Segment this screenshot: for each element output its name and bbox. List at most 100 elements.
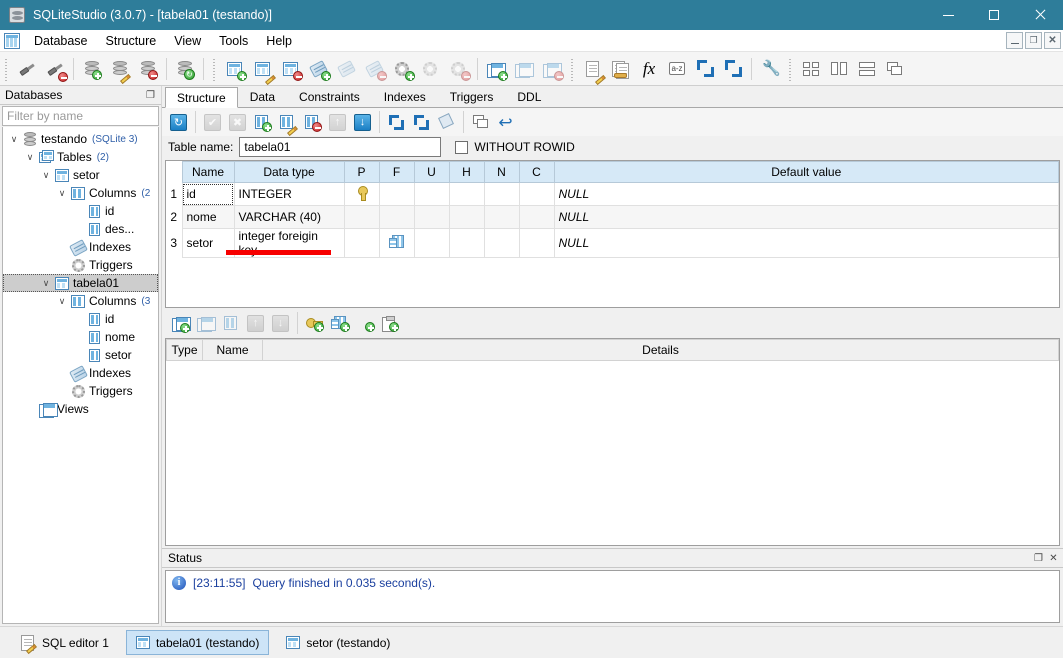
table-name-input[interactable]: tabela01 (239, 137, 442, 157)
edit-constraint-button[interactable] (193, 311, 218, 335)
close-button[interactable] (1017, 0, 1063, 30)
move-column-up-button[interactable]: ↑ (325, 110, 350, 134)
delete-constraint-button[interactable] (218, 311, 243, 335)
column-unique-cell[interactable] (413, 228, 450, 258)
table-row[interactable]: 1 id INTEGER NULL (166, 182, 1059, 206)
columns-grid-header-name[interactable]: Name (181, 161, 235, 183)
chevron-down-icon[interactable]: ∨ (55, 292, 69, 310)
menu-view[interactable]: View (165, 32, 210, 50)
chevron-down-icon[interactable]: ∨ (23, 148, 37, 166)
tree-item-tables[interactable]: ∨ Tables (2) (3, 148, 158, 166)
tree-item-views[interactable]: Views (3, 400, 158, 418)
column-foreign-key-cell[interactable] (378, 205, 415, 229)
tree-item-tabela01[interactable]: ∨ tabela01 (3, 274, 158, 292)
refresh-schema-icon[interactable]: ↻ (171, 55, 199, 83)
mdi-close-button[interactable]: ✕ (1044, 32, 1061, 49)
collapse-columns-button[interactable] (384, 110, 409, 134)
tile-windows-icon[interactable] (797, 55, 825, 83)
column-primary-key-cell[interactable] (343, 205, 380, 229)
columns-grid-header-c[interactable]: C (518, 161, 555, 183)
status-dock-float-button[interactable]: ❐ (1031, 551, 1046, 566)
column-foreign-key-cell[interactable] (378, 228, 415, 258)
copy-table-button[interactable] (468, 110, 493, 134)
move-constraint-down-button[interactable]: ↓ (268, 311, 293, 335)
tab-structure[interactable]: Structure (165, 87, 238, 108)
tree-item-indexes[interactable]: Indexes (3, 238, 158, 257)
column-default-value-cell[interactable]: NULL (553, 205, 1059, 229)
delete-view-icon[interactable] (538, 55, 566, 83)
rollback-structure-button[interactable]: ✖ (225, 110, 250, 134)
tree-item-columns[interactable]: ∨ Columns (2 (3, 184, 158, 202)
delete-table-icon[interactable] (277, 55, 305, 83)
column-hidden-cell[interactable] (448, 228, 485, 258)
constraints-grid-container[interactable]: Type Name Details (165, 338, 1060, 546)
add-foreign-key-button[interactable] (327, 311, 352, 335)
taskbar-item-setor-testando[interactable]: setor (testando) (276, 630, 400, 655)
edit-table-icon[interactable] (249, 55, 277, 85)
menu-structure[interactable]: Structure (97, 32, 166, 50)
tree-item-des[interactable]: des... (3, 220, 158, 238)
sql-history-icon[interactable] (607, 55, 635, 83)
commit-structure-button[interactable]: ✔ (200, 110, 225, 134)
chevron-down-icon[interactable]: ∨ (39, 166, 53, 184)
toolbar-grip[interactable] (569, 56, 576, 81)
without-rowid-checkbox[interactable] (455, 140, 469, 154)
tree-item-id[interactable]: id (3, 202, 158, 220)
tree-item-nome[interactable]: nome (3, 328, 158, 346)
columns-grid-header-p[interactable]: P (343, 161, 380, 183)
edit-database-icon[interactable] (106, 55, 134, 84)
column-check-cell[interactable] (518, 205, 555, 229)
add-database-icon[interactable] (78, 55, 106, 83)
toolbar-grip[interactable] (211, 56, 218, 81)
mdi-minimize-button[interactable] (1006, 32, 1023, 49)
menu-tools[interactable]: Tools (210, 32, 257, 50)
minimize-button[interactable] (925, 0, 971, 30)
toolbar-grip[interactable] (3, 56, 10, 81)
columns-grid-header-default-value[interactable]: Default value (553, 161, 1059, 183)
move-column-down-button[interactable]: ↓ (350, 110, 375, 134)
column-foreign-key-cell[interactable] (378, 182, 415, 206)
menu-help[interactable]: Help (257, 32, 301, 50)
filter-by-name-input[interactable]: Filter by name (2, 106, 159, 126)
column-check-cell[interactable] (518, 228, 555, 258)
reset-autoincrement-button[interactable]: ↩ (493, 110, 518, 134)
column-not-null-cell[interactable] (483, 228, 520, 258)
database-tree[interactable]: ∨ testando (SQLite 3) ∨ Tables (2) ∨ setor ∨ Colu… (2, 127, 159, 624)
tree-item-indexes[interactable]: Indexes (3, 364, 158, 383)
constraints-grid-header-name[interactable]: Name (202, 339, 263, 361)
status-dock-close-button[interactable]: ✕ (1046, 551, 1061, 566)
chevron-down-icon[interactable]: ∨ (39, 274, 53, 292)
columns-grid-header-rownum[interactable] (166, 161, 182, 183)
delete-column-button[interactable] (300, 110, 325, 134)
collations-editor-icon[interactable]: a-z (663, 55, 691, 83)
columns-grid-header-f[interactable]: F (378, 161, 415, 183)
toolbar-grip[interactable] (787, 56, 794, 81)
menu-database[interactable]: Database (25, 32, 97, 50)
delete-trigger-icon[interactable] (445, 55, 473, 83)
edit-column-button[interactable] (275, 110, 300, 136)
columns-grid-header-n[interactable]: N (483, 161, 520, 183)
expand-all-icon[interactable] (719, 55, 747, 83)
constraints-grid-header-type[interactable]: Type (166, 339, 203, 361)
collapse-all-icon[interactable] (691, 55, 719, 83)
remove-database-icon[interactable] (134, 55, 162, 83)
columns-grid-container[interactable]: Name Data type P F U H N C Default value 1 id INTE… (165, 160, 1060, 308)
create-trigger-icon[interactable] (389, 55, 417, 83)
tab-indexes[interactable]: Indexes (371, 86, 438, 107)
tile-horizontally-icon[interactable] (853, 55, 881, 83)
column-name-cell[interactable]: id (181, 182, 235, 206)
tab-ddl[interactable]: DDL (505, 86, 554, 107)
add-column-button[interactable] (250, 110, 275, 134)
taskbar-item-tabela01-testando[interactable]: tabela01 (testando) (125, 630, 270, 655)
create-table-icon[interactable] (221, 55, 249, 83)
table-color-button[interactable] (434, 110, 459, 134)
mdi-restore-button[interactable]: ❐ (1025, 32, 1042, 49)
open-configuration-icon[interactable]: 🔧 (756, 55, 784, 83)
tab-constraints[interactable]: Constraints (287, 86, 372, 107)
custom-sql-functions-icon[interactable]: fx (635, 55, 663, 83)
table-row[interactable]: 2 nome VARCHAR (40) NULL (166, 205, 1059, 229)
tab-data[interactable]: Data (237, 86, 288, 107)
column-not-null-cell[interactable] (483, 205, 520, 229)
cascade-windows-icon[interactable] (881, 55, 909, 83)
tree-item-testando[interactable]: ∨ testando (SQLite 3) (3, 130, 158, 148)
